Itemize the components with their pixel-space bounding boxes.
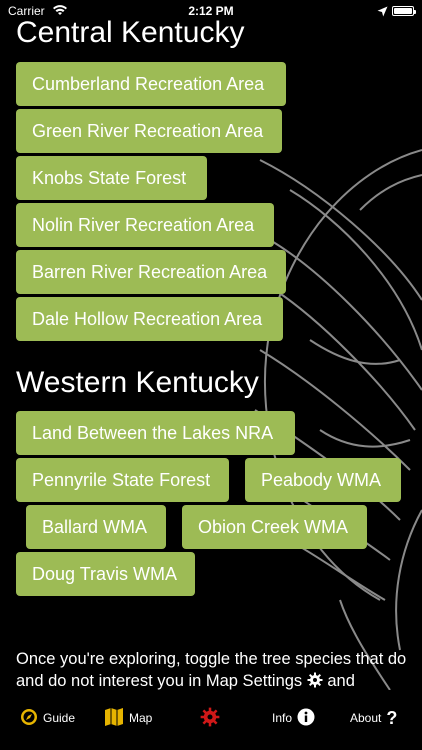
tab-map-label: Map (129, 711, 153, 725)
area-button-knobs[interactable]: Knobs State Forest (16, 156, 207, 200)
map-icon (104, 707, 124, 730)
tab-about-label: About (350, 711, 382, 725)
area-button-cumberland[interactable]: Cumberland Recreation Area (16, 62, 286, 106)
area-button-pennyrile[interactable]: Pennyrile State Forest (16, 458, 229, 502)
location-arrow-icon (377, 4, 388, 22)
instructions-text-end: and (327, 672, 355, 690)
area-button-barren-river[interactable]: Barren River Recreation Area (16, 250, 286, 294)
tab-settings[interactable] (200, 705, 220, 731)
gear-icon (307, 672, 323, 694)
instructions-text: Once you're exploring, toggle the tree s… (16, 648, 412, 694)
area-button-ballard[interactable]: Ballard WMA (26, 505, 166, 549)
tab-bar: Guide Map Info About ? (0, 700, 422, 750)
info-icon (297, 708, 315, 729)
area-button-peabody[interactable]: Peabody WMA (245, 458, 401, 502)
area-button-doug-travis[interactable]: Doug Travis WMA (16, 552, 195, 596)
tab-about[interactable]: About ? (350, 705, 397, 731)
tab-guide-label: Guide (43, 711, 76, 725)
compass-icon (20, 708, 38, 729)
battery-icon (392, 6, 416, 16)
section-title-western: Western Kentucky (16, 366, 259, 399)
area-button-land-between-lakes[interactable]: Land Between the Lakes NRA (16, 411, 295, 455)
area-button-dale-hollow[interactable]: Dale Hollow Recreation Area (16, 297, 283, 341)
area-button-green-river[interactable]: Green River Recreation Area (16, 109, 282, 153)
tab-map[interactable]: Map (104, 705, 152, 731)
gear-icon (200, 707, 220, 730)
tab-info-label: Info (272, 711, 293, 725)
tab-guide[interactable]: Guide (20, 705, 75, 731)
area-button-obion-creek[interactable]: Obion Creek WMA (182, 505, 367, 549)
tab-info[interactable]: Info (272, 705, 315, 731)
section-title-central: Central Kentucky (16, 16, 245, 49)
question-icon: ? (386, 707, 398, 728)
area-button-nolin-river[interactable]: Nolin River Recreation Area (16, 203, 274, 247)
